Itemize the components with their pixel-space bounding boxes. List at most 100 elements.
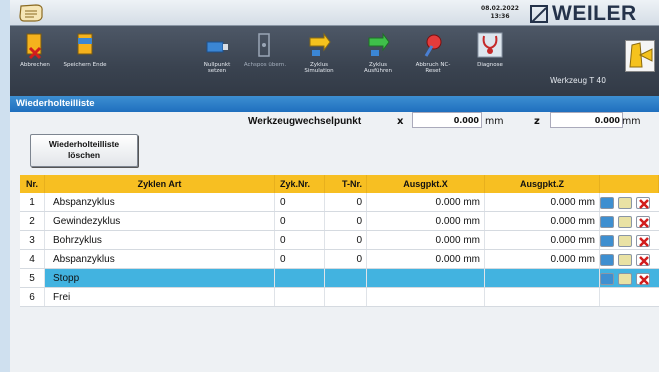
diagnosis-icon xyxy=(477,32,503,58)
row-nr: 3 xyxy=(20,231,45,249)
row-start-x xyxy=(367,288,485,306)
row-start-z: 0.000 mm xyxy=(485,250,600,268)
diagnosis-button[interactable]: Diagnose xyxy=(467,30,513,88)
row-cycle-type: Abspanzyklus xyxy=(45,193,275,211)
z-unit: mm xyxy=(622,116,641,127)
abort-label: Abbrechen xyxy=(20,62,50,68)
x-value-field[interactable]: 0.000 xyxy=(412,112,482,128)
logo-text: WEILER xyxy=(552,2,637,25)
row-tool-no: 0 xyxy=(325,250,367,268)
insert-row-icon[interactable] xyxy=(600,273,614,285)
table-row-selected[interactable]: 5 Stopp xyxy=(20,269,659,288)
row-nr: 1 xyxy=(20,193,45,211)
row-cycle-no: 0 xyxy=(275,250,325,268)
edit-row-icon[interactable] xyxy=(618,273,632,285)
status-strip: 08.02.2022 13:36 WEILER xyxy=(10,0,659,26)
clear-list-button[interactable]: Wiederholteilliste löschen xyxy=(30,134,138,167)
edit-row-icon[interactable] xyxy=(618,235,632,247)
axis-position-button[interactable]: Achspos übern. xyxy=(242,30,288,88)
col-start-z: Ausgpkt.Z xyxy=(485,175,600,193)
insert-row-icon[interactable] xyxy=(600,254,614,266)
row-tool-no: 0 xyxy=(325,212,367,230)
row-start-z: 0.000 mm xyxy=(485,212,600,230)
nc-reset-button[interactable]: Abbruch NC-Reset xyxy=(410,30,456,88)
row-cycle-no xyxy=(275,288,325,306)
row-start-x: 0.000 mm xyxy=(367,212,485,230)
zero-point-label: Nullpunkt setzen xyxy=(203,62,231,74)
table-row[interactable]: 3 Bohrzyklus 0 0 0.000 mm 0.000 mm xyxy=(20,231,659,250)
col-cycle-type: Zyklen Art xyxy=(45,175,275,193)
cycle-simulation-label: Zyklus Simulation xyxy=(304,62,334,74)
save-end-label: Speichern Ende xyxy=(63,62,107,68)
home-icon[interactable] xyxy=(16,2,50,24)
logo-mark-icon xyxy=(530,5,548,23)
save-end-button[interactable]: Speichern Ende xyxy=(62,30,108,88)
row-nr: 5 xyxy=(20,269,45,287)
row-cycle-type: Gewindezyklus xyxy=(45,212,275,230)
datetime: 08.02.2022 13:36 xyxy=(480,5,520,21)
row-actions xyxy=(600,193,659,211)
zero-point-button[interactable]: Nullpunkt setzen xyxy=(194,30,240,88)
edit-row-icon[interactable] xyxy=(618,216,632,228)
clear-list-label-1: Wiederholteilliste xyxy=(48,139,120,149)
axis-position-icon xyxy=(258,33,270,57)
row-start-z xyxy=(485,288,600,306)
zero-point-icon xyxy=(206,41,228,53)
col-actions xyxy=(600,175,659,193)
toolbar-buttons: Abbrechen Speichern Ende Nullpunkt setze… xyxy=(10,28,659,94)
row-actions xyxy=(600,231,659,249)
table-row[interactable]: 1 Abspanzyklus 0 0 0.000 mm 0.000 mm xyxy=(20,193,659,212)
x-axis-label: x xyxy=(397,116,404,127)
row-start-z xyxy=(485,269,600,287)
table-row[interactable]: 2 Gewindezyklus 0 0 0.000 mm 0.000 mm xyxy=(20,212,659,231)
row-tool-no: 0 xyxy=(325,231,367,249)
row-cycle-no: 0 xyxy=(275,231,325,249)
table-row[interactable]: 6 Frei xyxy=(20,288,659,307)
row-tool-no: 0 xyxy=(325,193,367,211)
row-actions xyxy=(600,250,659,268)
table-row[interactable]: 4 Abspanzyklus 0 0 0.000 mm 0.000 mm xyxy=(20,250,659,269)
cycle-execute-icon xyxy=(368,32,390,56)
delete-row-icon[interactable] xyxy=(636,216,650,228)
row-cycle-type: Stopp xyxy=(45,269,275,287)
delete-row-icon[interactable] xyxy=(636,254,650,266)
row-nr: 2 xyxy=(20,212,45,230)
table-header: Nr. Zyklen Art Zyk.Nr. T-Nr. Ausgpkt.X A… xyxy=(20,175,659,193)
row-nr: 6 xyxy=(20,288,45,306)
row-tool-no xyxy=(325,288,367,306)
z-axis-label: z xyxy=(534,116,540,127)
col-cycle-no: Zyk.Nr. xyxy=(275,175,325,193)
edit-row-icon[interactable] xyxy=(618,254,632,266)
cycle-simulation-button[interactable]: Zyklus Simulation xyxy=(296,30,342,88)
save-icon xyxy=(77,33,93,55)
toolchange-point-label: Werkzeugwechselpunkt xyxy=(248,116,362,127)
col-tool-no: T-Nr. xyxy=(325,175,367,193)
row-tool-no xyxy=(325,269,367,287)
col-start-x: Ausgpkt.X xyxy=(367,175,485,193)
row-cycle-no: 0 xyxy=(275,212,325,230)
delete-row-icon[interactable] xyxy=(636,235,650,247)
row-start-z: 0.000 mm xyxy=(485,193,600,211)
weiler-logo: WEILER xyxy=(530,2,637,25)
delete-row-icon[interactable] xyxy=(636,197,650,209)
window-title: Wiederholteilliste xyxy=(10,96,659,112)
insert-row-icon[interactable] xyxy=(600,197,614,209)
delete-row-icon[interactable] xyxy=(636,273,650,285)
z-value-field[interactable]: 0.000 xyxy=(550,112,623,128)
nc-reset-icon xyxy=(424,34,442,57)
insert-row-icon[interactable] xyxy=(600,235,614,247)
row-cycle-type: Bohrzyklus xyxy=(45,231,275,249)
row-cycle-type: Abspanzyklus xyxy=(45,250,275,268)
edit-row-icon[interactable] xyxy=(618,197,632,209)
row-cycle-no: 0 xyxy=(275,193,325,211)
cycle-execute-button[interactable]: Zyklus Ausführen xyxy=(355,30,401,88)
x-unit: mm xyxy=(485,116,504,127)
row-start-x xyxy=(367,269,485,287)
tool-select-button[interactable] xyxy=(625,40,655,72)
cycle-simulation-icon xyxy=(309,32,331,56)
row-cycle-no xyxy=(275,269,325,287)
abort-button[interactable]: Abbrechen xyxy=(12,30,58,88)
cycle-execute-label: Zyklus Ausführen xyxy=(363,62,393,74)
insert-row-icon[interactable] xyxy=(600,216,614,228)
top-toolbar: 08.02.2022 13:36 WEILER Abbrechen Speich… xyxy=(10,0,659,96)
